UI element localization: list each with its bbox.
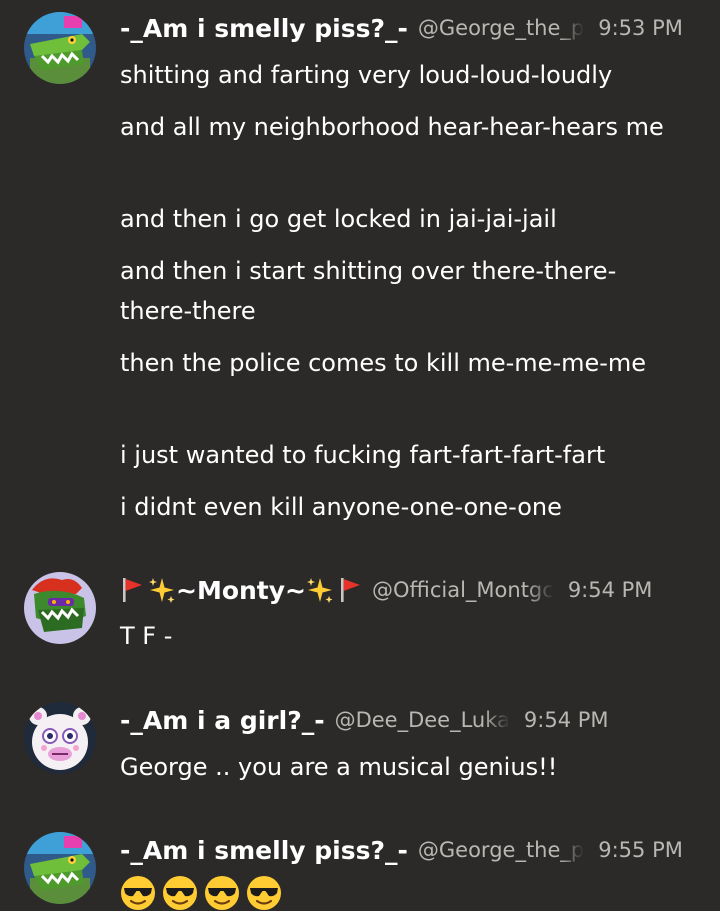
message-header: ~Monty~ @Official_Montgc 9:54 PM (120, 573, 696, 607)
message-timestamp: 9:53 PM (598, 16, 683, 40)
monty-gator-avatar[interactable] (24, 572, 96, 644)
author-name-text: ~Monty~ (176, 575, 306, 605)
red-flag-icon (120, 576, 144, 604)
green-crocodile-avatar[interactable] (24, 12, 96, 84)
message-line: shitting and farting very loud-loud-loud… (120, 61, 613, 89)
message-line: i just wanted to fucking fart-fart-fart-… (120, 441, 606, 469)
message-line: and then i go get locked in jai-jai-jail (120, 205, 557, 233)
message-line: T F - (120, 622, 173, 650)
white-bear-avatar[interactable] (24, 702, 96, 774)
message-timestamp: 9:54 PM (567, 578, 653, 602)
message-header: -_Am i smelly piss?_- @George_the_p 9:53… (120, 11, 696, 45)
sparkles-icon (306, 576, 334, 604)
red-flag-icon (338, 576, 362, 604)
sunglasses-emoji (246, 875, 282, 911)
message-timestamp: 9:55 PM (598, 838, 683, 862)
message-header: -_Am i a girl?_- @Dee_Dee_Luka 9:54 PM (120, 703, 696, 737)
message-line: i didnt even kill anyone-one-one-one (120, 493, 562, 521)
message-1: -_Am i smelly piss?_- @George_the_p 9:53… (0, 0, 720, 540)
author-handle[interactable]: @Dee_Dee_Luka (335, 708, 510, 732)
author-display-name[interactable]: -_Am i smelly piss?_- (120, 14, 408, 43)
author-display-name[interactable]: ~Monty~ (120, 576, 362, 605)
sparkles-icon (148, 576, 176, 604)
sunglasses-emoji (162, 875, 198, 911)
author-handle[interactable]: @George_the_p (418, 838, 584, 862)
message-3: -_Am i a girl?_- @Dee_Dee_Luka 9:54 PM G… (0, 690, 720, 800)
message-header: -_Am i smelly piss?_- @George_the_p 9:55… (120, 833, 696, 867)
author-display-name[interactable]: -_Am i smelly piss?_- (120, 836, 408, 865)
sunglasses-emoji (204, 875, 240, 911)
author-display-name[interactable]: -_Am i a girl?_- (120, 706, 325, 735)
author-handle[interactable]: @George_the_p (418, 16, 584, 40)
green-crocodile-avatar[interactable] (24, 832, 96, 904)
message-line: and all my neighborhood hear-hear-hears … (120, 113, 664, 141)
sunglasses-emoji (120, 875, 156, 911)
message-2: ~Monty~ @Official_Montgc 9:54 PM T F - (0, 560, 720, 670)
message-line: and then i start shitting over there-the… (120, 257, 617, 325)
emoji-row (120, 875, 282, 911)
message-4: -_Am i smelly piss?_- @George_the_p 9:55… (0, 820, 720, 911)
message-line: then the police comes to kill me-me-me-m… (120, 349, 647, 377)
author-handle[interactable]: @Official_Montgc (372, 578, 554, 602)
message-line: George .. you are a musical genius!! (120, 753, 558, 781)
message-timestamp: 9:54 PM (523, 708, 609, 732)
